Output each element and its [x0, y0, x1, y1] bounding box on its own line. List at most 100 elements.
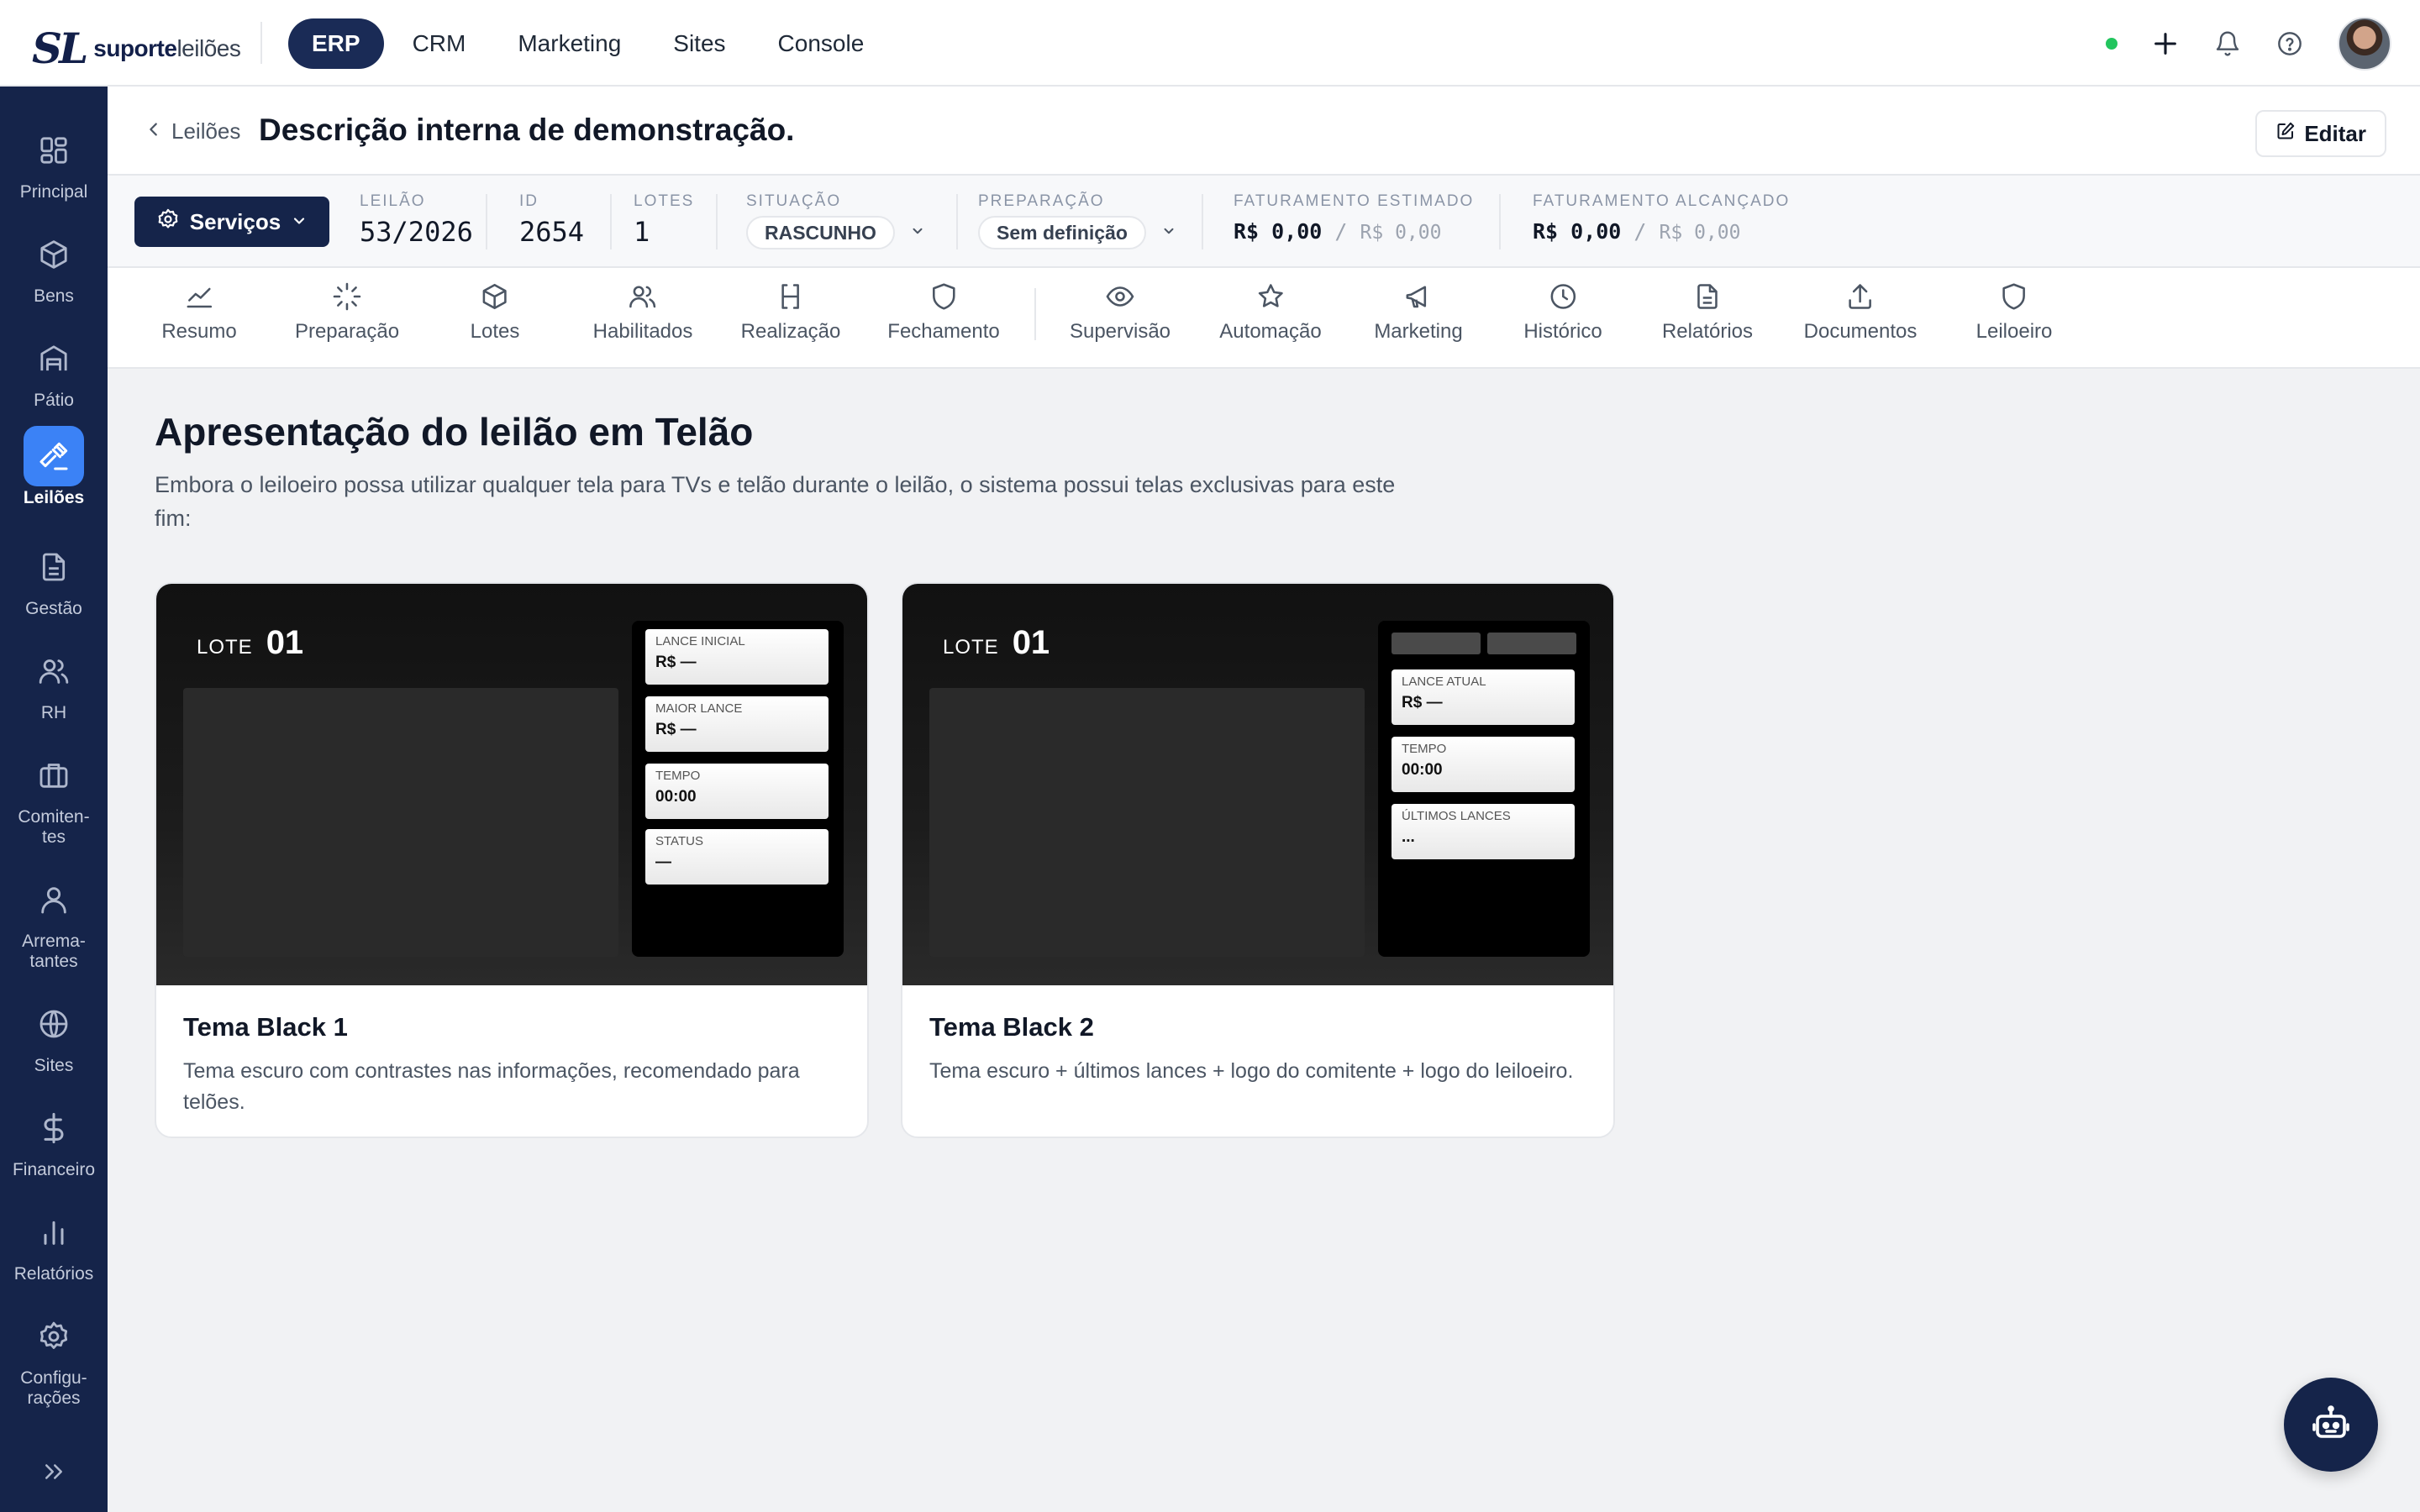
tab-label: Automação — [1219, 320, 1322, 343]
tab-realizacao[interactable]: Realização — [741, 280, 840, 344]
tab-label: Supervisão — [1069, 320, 1171, 343]
sidebar-item-leiloes[interactable]: Leilões — [0, 426, 108, 508]
services-dropdown-button[interactable]: Serviços — [134, 197, 329, 247]
divider — [610, 194, 612, 249]
auction-tabs: Resumo Preparação Lotes Habilitados Real… — [108, 268, 2420, 369]
users-icon — [626, 280, 660, 313]
edit-button[interactable]: Editar — [2255, 110, 2386, 157]
tab-lotes[interactable]: Lotes — [471, 280, 519, 344]
theme-card-black-2[interactable]: LOTE 01 Lance atual R$ — Tempo 00:00 Últ… — [901, 582, 1615, 1138]
assistant-bot-button[interactable] — [2284, 1378, 2378, 1472]
divider — [1499, 194, 1501, 249]
tabs-divider — [1034, 288, 1036, 340]
sidebar-item-configuracoes[interactable]: Configu- rações — [0, 1306, 108, 1409]
warehouse-icon — [24, 328, 84, 389]
info-label: Faturamento Alcançado — [1533, 192, 1791, 210]
clock-icon — [1546, 280, 1580, 313]
tab-documentos[interactable]: Documentos — [1803, 280, 1918, 344]
tab-marketing[interactable]: Marketing — [1374, 280, 1463, 344]
tab-resumo[interactable]: Resumo — [161, 280, 237, 344]
tab-relatorios[interactable]: Relatórios — [1662, 280, 1753, 344]
lote-number: 01 — [266, 624, 304, 661]
brand-name: suporteleilões — [93, 34, 241, 61]
topnav-sites[interactable]: Sites — [650, 18, 749, 69]
lote-label: LOTE — [943, 636, 999, 659]
topnav-crm[interactable]: CRM — [389, 18, 490, 69]
globe-icon — [24, 994, 84, 1054]
sidebar-label: Bens — [34, 286, 74, 306]
sidebar-label: Relatórios — [13, 1264, 94, 1284]
top-actions — [2106, 17, 2391, 71]
preparacao-select[interactable]: Sem definição — [978, 216, 1176, 249]
plus-icon[interactable] — [2151, 29, 2180, 58]
situacao-select[interactable]: RASCUNHO — [746, 216, 925, 249]
box-icon — [478, 280, 512, 313]
sidebar-label: Sites — [34, 1056, 74, 1075]
users-icon — [24, 641, 84, 701]
page-title: Descrição interna de demonstração. — [259, 113, 795, 147]
tab-supervisao[interactable]: Supervisão — [1070, 280, 1171, 344]
sidebar-item-financeiro[interactable]: Financeiro — [0, 1098, 108, 1180]
sidebar-item-bens[interactable]: Bens — [0, 224, 108, 307]
theme-preview: LOTE 01 Lance atual R$ — Tempo 00:00 Últ… — [902, 584, 1613, 985]
star-icon — [1254, 280, 1287, 313]
info-label: Situação — [746, 192, 842, 210]
sidebar-label: Arrema- tantes — [22, 932, 86, 971]
divider — [1202, 194, 1203, 249]
tab-preparacao[interactable]: Preparação — [295, 280, 399, 344]
sidebar-item-arrematantes[interactable]: Arrema- tantes — [0, 869, 108, 972]
chevron-down-icon — [291, 209, 308, 235]
sidebar-item-principal[interactable]: Principal — [0, 120, 108, 202]
back-link[interactable]: Leilões — [145, 118, 240, 144]
help-icon[interactable] — [2275, 29, 2304, 58]
brand-logo[interactable]: SL suporteleilões — [32, 24, 241, 73]
tab-fechamento[interactable]: Fechamento — [887, 280, 1000, 344]
tab-automacao[interactable]: Automação — [1219, 280, 1322, 344]
sidebar-label: Comiten- tes — [18, 807, 90, 847]
info-value: 2654 — [519, 216, 585, 248]
expand-sidebar-icon[interactable] — [37, 1455, 71, 1488]
sidebar-item-rh[interactable]: RH — [0, 641, 108, 723]
gavel-icon — [24, 426, 84, 486]
topnav-erp[interactable]: ERP — [288, 18, 384, 69]
tab-label: Documentos — [1803, 320, 1918, 343]
tab-historico[interactable]: Histórico — [1523, 280, 1602, 344]
shield-icon — [1997, 280, 2031, 313]
sidebar-label: Principal — [19, 182, 88, 202]
sidebar-item-comitentes[interactable]: Comiten- tes — [0, 745, 108, 848]
upload-icon — [1844, 280, 1877, 313]
tab-leiloeiro[interactable]: Leiloeiro — [1976, 280, 2052, 344]
tab-label: Marketing — [1374, 320, 1463, 343]
lote-heading: LOTE 01 — [943, 624, 1050, 662]
sidebar-item-sites[interactable]: Sites — [0, 994, 108, 1076]
bell-icon[interactable] — [2213, 29, 2242, 58]
logo-placeholder — [1392, 633, 1481, 654]
preview-stat: Lance inicial R$ — — [645, 629, 829, 685]
sidebar-label: RH — [40, 703, 67, 722]
user-avatar[interactable] — [2338, 17, 2391, 71]
situacao-value: RASCUNHO — [746, 216, 895, 249]
preview-stat: Status — — [645, 829, 829, 885]
theme-card-black-1[interactable]: LOTE 01 Lance inicial R$ — Maior lance R… — [155, 582, 869, 1138]
sidebar-item-gestao[interactable]: Gestão — [0, 537, 108, 619]
tab-habilitados[interactable]: Habilitados — [593, 280, 692, 344]
eye-icon — [1103, 280, 1137, 313]
topnav-console[interactable]: Console — [755, 18, 888, 69]
sidebar-item-relatorios[interactable]: Relatórios — [0, 1202, 108, 1284]
topnav-marketing[interactable]: Marketing — [494, 18, 644, 69]
card-body: Tema Black 1 Tema escuro com contrastes … — [183, 1012, 847, 1118]
online-status-icon — [2106, 38, 2118, 50]
preview-stat: Últimos lances ... — [1392, 804, 1575, 859]
tab-label: Fechamento — [887, 320, 1000, 343]
top-bar: SL suporteleilões ERP CRM Marketing Site… — [0, 0, 2420, 87]
lot-image-placeholder — [183, 688, 618, 957]
info-leilao: Leilão 53/2026 — [360, 192, 473, 248]
chevron-down-icon — [910, 223, 925, 243]
theme-preview: LOTE 01 Lance inicial R$ — Maior lance R… — [156, 584, 867, 985]
info-label: Lotes — [634, 192, 695, 210]
sidebar-item-patio[interactable]: Pátio — [0, 328, 108, 411]
gavel-icon — [774, 280, 808, 313]
dollar-icon — [24, 1098, 84, 1158]
info-label: Preparação — [978, 192, 1105, 210]
section-description: Embora o leiloeiro possa utilizar qualqu… — [155, 472, 1396, 531]
